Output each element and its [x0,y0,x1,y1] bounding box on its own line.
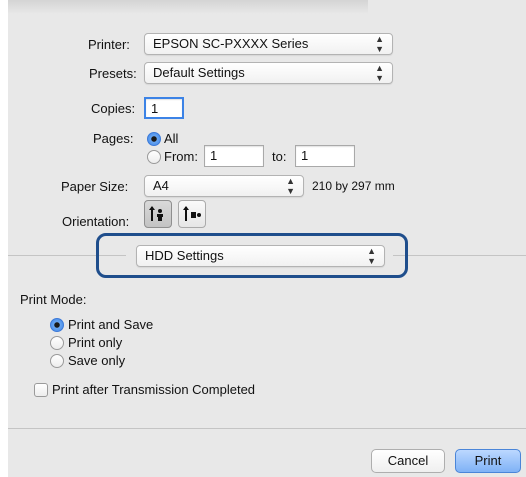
landscape-icon [183,206,201,221]
popup-arrows-icon: ▲ ▼ [375,34,384,54]
pages-to-label: to: [272,149,287,164]
bottom-separator [8,428,526,429]
transmission-checkbox[interactable] [34,383,48,397]
panel-popup-value: HDD Settings [145,248,224,263]
landscape-orientation-button[interactable] [178,200,206,228]
paper-dimensions: 210 by 297 mm [312,179,395,193]
section-separator-right [393,255,526,256]
printer-popup[interactable]: EPSON SC-PXXXX Series ▲ ▼ [144,33,393,55]
pages-from-value: 1 [210,148,218,163]
pages-to-field[interactable]: 1 [295,145,355,167]
print-dialog: Printer: EPSON SC-PXXXX Series ▲ ▼ Preset… [8,0,526,477]
paper-size-popup[interactable]: A4 ▲ ▼ [144,175,304,197]
save-only-label: Save only [68,353,126,368]
orientation-label: Orientation: [62,214,130,229]
pages-all-label: All [164,131,179,146]
print-mode-label: Print Mode: [20,292,87,307]
popup-arrows-icon: ▲ ▼ [367,246,376,266]
presets-popup[interactable]: Default Settings ▲ ▼ [144,62,393,84]
pages-from-field[interactable]: 1 [204,145,264,167]
print-and-save-radio[interactable] [50,318,64,332]
print-button[interactable]: Print [455,449,521,473]
print-and-save-label: Print and Save [68,317,154,332]
copies-label: Copies: [91,101,136,116]
paper-size-label: Paper Size: [61,179,129,194]
portrait-icon [149,206,163,221]
pages-from-radio[interactable] [147,150,161,164]
printer-label: Printer: [88,37,130,52]
save-only-radio[interactable] [50,354,64,368]
copies-field[interactable]: 1 [144,97,184,119]
print-only-radio[interactable] [50,336,64,350]
presets-value: Default Settings [153,65,245,80]
pages-all-radio[interactable] [147,132,161,146]
portrait-orientation-button[interactable] [144,200,172,228]
printer-value: EPSON SC-PXXXX Series [153,36,309,51]
pages-from-label: From: [164,149,198,164]
presets-label: Presets: [89,66,137,81]
popup-arrows-icon: ▲ ▼ [286,176,295,196]
top-edge [8,0,368,14]
transmission-checkbox-label: Print after Transmission Completed [52,382,256,397]
paper-size-value: A4 [153,178,169,193]
panel-popup[interactable]: HDD Settings ▲ ▼ [136,245,385,267]
cancel-button[interactable]: Cancel [371,449,445,473]
print-only-label: Print only [68,335,123,350]
popup-arrows-icon: ▲ ▼ [375,63,384,83]
copies-value: 1 [151,101,159,116]
pages-to-value: 1 [301,148,309,163]
pages-label: Pages: [93,131,134,146]
